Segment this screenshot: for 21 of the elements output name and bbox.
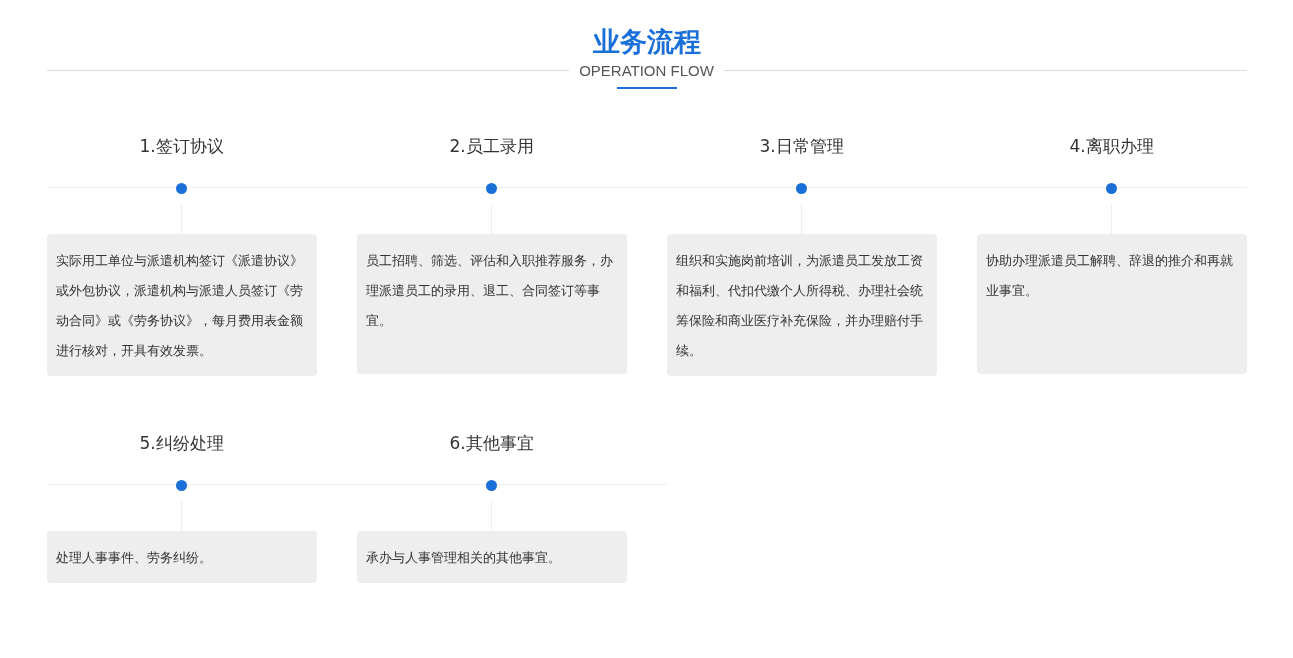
- step-description: 承办与人事管理相关的其他事宜。: [365, 549, 562, 567]
- step-title: 2.员工录用: [449, 135, 534, 158]
- timeline-dot: [176, 182, 187, 194]
- title-underline: [616, 87, 677, 89]
- step-title: 3.日常管理: [759, 135, 844, 158]
- step-title: 1.签订协议: [139, 135, 224, 158]
- step-title: 5.纠纷处理: [139, 432, 224, 455]
- timeline-dot: [176, 479, 187, 491]
- step-description: 协助办理派遣员工解聘、辞退的推介和再就业事宜。: [985, 252, 1234, 300]
- timeline-dot: [486, 182, 497, 194]
- step-title: 6.其他事宜: [449, 432, 534, 455]
- timeline-dot: [1106, 182, 1117, 194]
- timeline-dot: [796, 182, 807, 194]
- step-title: 4.离职办理: [1069, 135, 1154, 158]
- section-title: 业务流程: [592, 25, 701, 59]
- step-description: 组织和实施岗前培训，为派遣员工发放工资和福利、代扣代缴个人所得税、办理社会统筹保险和商业医疗补充保险，并办理赔付手续。: [675, 252, 924, 360]
- step-description: 实际用工单位与派遣机构签订《派遣协议》或外包协议，派遣机构与派遣人员签订《劳动合同》或《劳务协议》，每月费用表金额进行核对，开具有效发票。: [55, 252, 304, 360]
- timeline-dot: [486, 479, 497, 491]
- step-description: 员工招聘、筛选、评估和入职推荐服务，办理派遣员工的录用、退工、合同签订等事宜。: [365, 252, 614, 330]
- step-description: 处理人事事件、劳务纠纷。: [55, 549, 213, 567]
- section-subtitle: OPERATION FLOW: [579, 62, 714, 79]
